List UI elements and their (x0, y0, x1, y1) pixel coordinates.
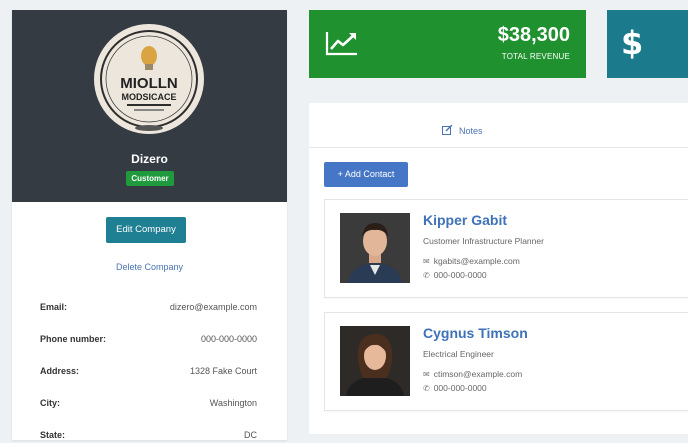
contact-email: ✉ ctimson@example.com (423, 369, 522, 379)
delete-company-link[interactable]: Delete Company (12, 262, 287, 272)
revenue-label: TOTAL REVENUE (501, 52, 570, 61)
info-label: Phone number: (40, 334, 107, 344)
contact-photo (340, 213, 410, 283)
tab-label: Notes (459, 126, 483, 136)
svg-text:MODSICACE: MODSICACE (121, 92, 176, 102)
company-logo: MIOLLN MODSICACE (94, 24, 204, 134)
info-value: 000-000-0000 (200, 334, 257, 344)
phone-icon: ✆ (423, 383, 430, 393)
info-row-address: Address: 1328 Fake Court (40, 363, 257, 379)
add-contact-button[interactable]: + Add Contact (324, 162, 408, 187)
revenue-value: $38,300 (497, 24, 570, 46)
company-card: MIOLLN MODSICACE Dizero Customer Edit Co… (12, 10, 287, 440)
dollar-icon: $ (621, 24, 644, 62)
company-name: Dizero (131, 152, 168, 166)
info-value: DC (244, 430, 257, 440)
secondary-stat-card: $ (607, 10, 688, 78)
contact-phone: ✆ 000-000-0000 (423, 383, 487, 393)
phone-text: 000-000-0000 (433, 270, 487, 280)
info-label: State: (40, 430, 66, 440)
contact-photo (340, 326, 410, 396)
edit-company-button[interactable]: Edit Company (106, 217, 186, 243)
info-row-email: Email: dizero@example.com (40, 299, 257, 315)
contact-card: Kipper Gabit Customer Infrastructure Pla… (324, 199, 688, 298)
status-badge: Customer (126, 171, 174, 186)
contact-phone: ✆ 000-000-0000 (423, 270, 487, 280)
trending-up-icon (325, 30, 359, 61)
contact-title: Customer Infrastructure Planner (423, 236, 544, 246)
info-row-state: State: DC (40, 427, 257, 443)
phone-text: 000-000-0000 (433, 383, 487, 393)
company-header: MIOLLN MODSICACE Dizero Customer (12, 10, 287, 202)
info-value: Washington (209, 398, 257, 408)
contact-email: ✉ kgabits@example.com (423, 256, 520, 266)
email-text: ctimson@example.com (433, 369, 523, 379)
envelope-icon: ✉ (423, 369, 430, 379)
tab-notes[interactable]: Notes (442, 124, 483, 137)
edit-note-icon (442, 124, 453, 137)
envelope-icon: ✉ (423, 256, 430, 266)
contact-card: Cygnus Timson Electrical Engineer ✉ ctim… (324, 312, 688, 411)
svg-text:MIOLLN: MIOLLN (120, 75, 178, 92)
info-label: City: (40, 398, 60, 408)
info-value: 1328 Fake Court (189, 366, 257, 376)
email-text: kgabits@example.com (433, 256, 520, 266)
tab-divider (309, 147, 688, 148)
info-label: Email: (40, 302, 68, 312)
revenue-stat-card: $38,300 TOTAL REVENUE (309, 10, 586, 78)
info-label: Address: (40, 366, 80, 376)
phone-icon: ✆ (423, 270, 430, 280)
contact-name[interactable]: Cygnus Timson (423, 325, 528, 341)
contact-title: Electrical Engineer (423, 349, 494, 359)
info-row-phone: Phone number: 000-000-0000 (40, 331, 257, 347)
info-value: dizero@example.com (169, 302, 257, 312)
contact-name[interactable]: Kipper Gabit (423, 212, 507, 228)
main-panel: Notes + Add Contact Kipper Gabit Custome… (309, 103, 688, 434)
info-row-city: City: Washington (40, 395, 257, 411)
